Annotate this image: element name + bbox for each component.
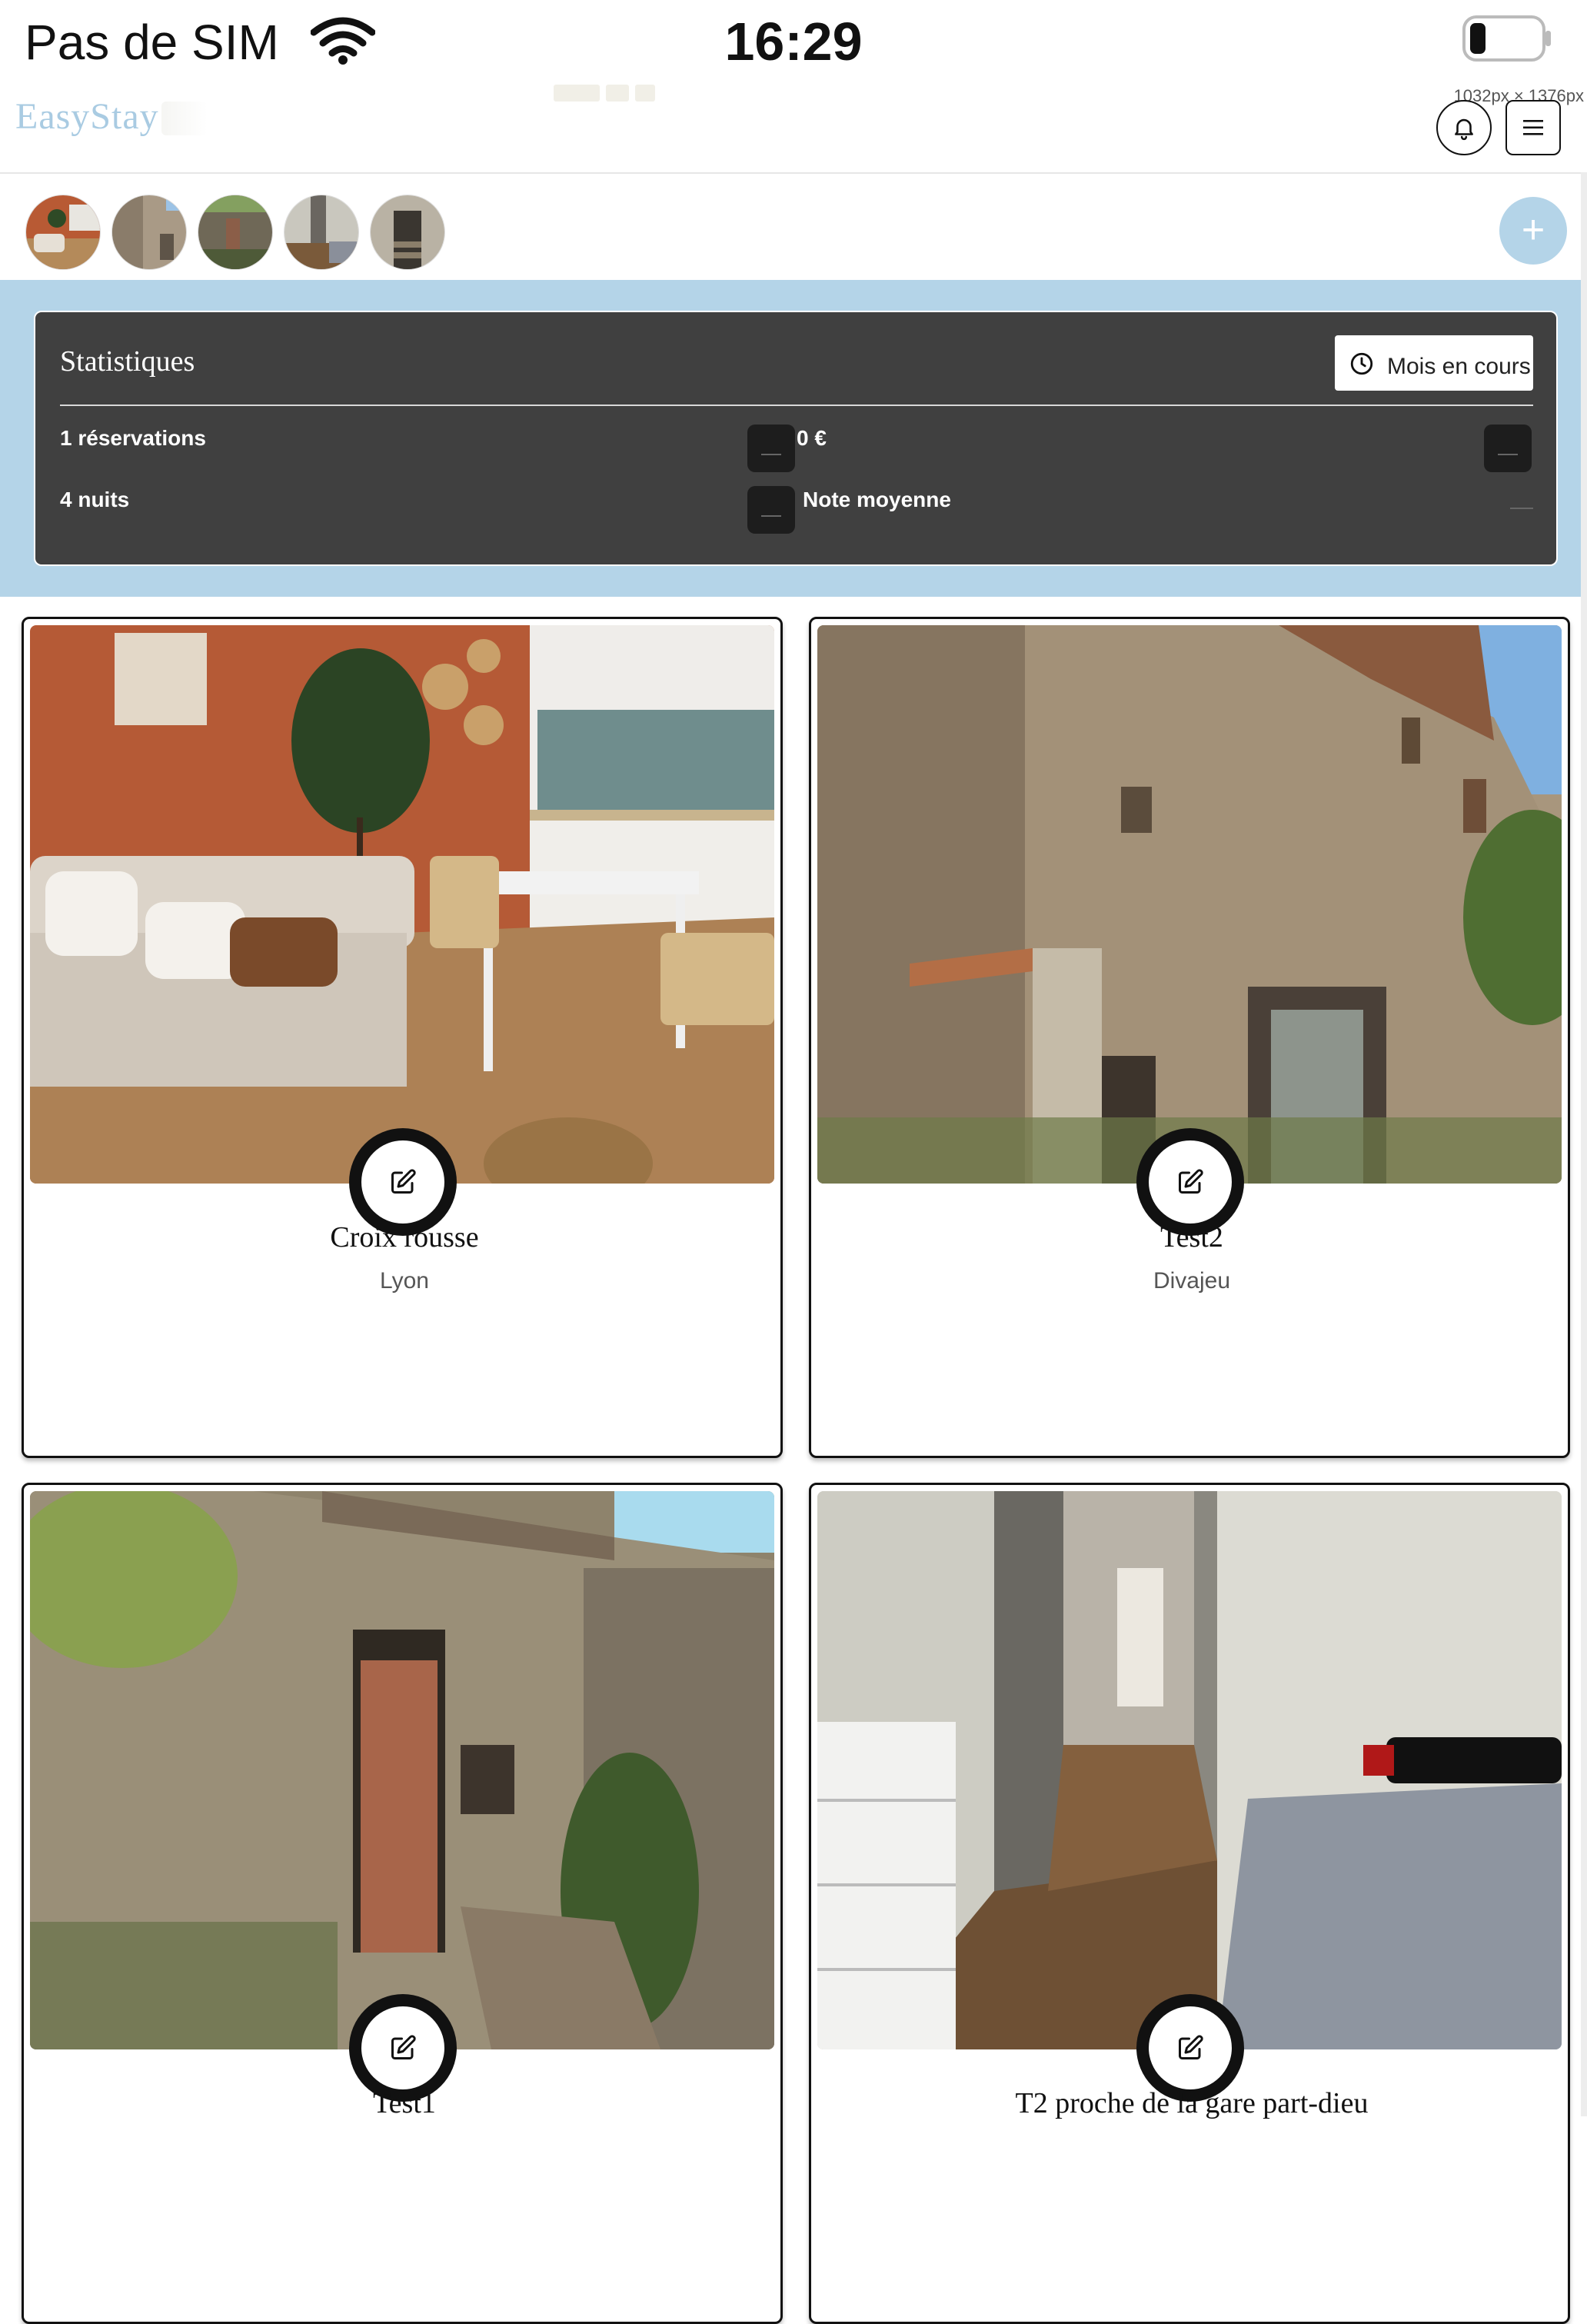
reservations-stat: 1 réservations xyxy=(60,426,206,450)
edit-property-button[interactable] xyxy=(1149,2006,1232,2089)
period-selector-button[interactable]: Mois en cours xyxy=(1335,335,1533,391)
property-name: Test2 xyxy=(1160,1221,1223,1254)
edit-icon xyxy=(391,1169,416,1194)
app-logo[interactable]: EasyStay xyxy=(15,95,159,138)
property-city: Lyon xyxy=(380,1268,429,1294)
edit-property-button[interactable] xyxy=(1149,1140,1232,1224)
stats-card: Statistiques Mois en cours 1 réservation… xyxy=(34,311,1558,566)
header-decoration xyxy=(554,85,677,102)
reservations-stat-badge xyxy=(747,425,795,472)
period-label: Mois en cours xyxy=(1387,354,1531,379)
property-card[interactable]: Test2 Divajeu xyxy=(809,617,1570,1458)
notifications-button[interactable] xyxy=(1436,100,1492,155)
property-name: T2 proche de la gare part-dieu xyxy=(1015,2087,1369,2119)
stats-title: Statistiques xyxy=(60,345,195,378)
add-property-button[interactable]: + xyxy=(1499,197,1567,265)
avatar-test2[interactable] xyxy=(112,195,186,269)
property-avatar-strip: + xyxy=(0,172,1581,280)
stats-divider xyxy=(60,405,1533,406)
stats-section: Statistiques Mois en cours 1 réservation… xyxy=(0,280,1581,597)
rating-stat-value xyxy=(1510,508,1533,509)
property-photo[interactable] xyxy=(817,625,1562,1184)
logo-decoration xyxy=(161,102,208,135)
edit-icon xyxy=(391,2035,416,2059)
property-city: Divajeu xyxy=(1153,1268,1231,1294)
revenue-stat: 0 € xyxy=(797,426,827,450)
clock-time: 16:29 xyxy=(724,12,863,72)
edit-icon xyxy=(1179,1169,1203,1194)
avatar-stairs[interactable] xyxy=(371,195,444,269)
hamburger-icon xyxy=(1523,120,1543,135)
menu-button[interactable] xyxy=(1505,100,1561,155)
avatar-test1[interactable] xyxy=(198,195,272,269)
status-bar: Pas de SIM 16:29 xyxy=(0,0,1587,85)
property-photo[interactable] xyxy=(817,1491,1562,2049)
property-name: Croix rousse xyxy=(330,1221,479,1254)
app-header: EasyStay 1032px × 1376px xyxy=(0,85,1587,174)
avatar-croix-rousse[interactable] xyxy=(26,195,100,269)
bell-icon xyxy=(1455,118,1473,141)
clock-icon xyxy=(1350,352,1373,375)
rating-stat: Note moyenne xyxy=(803,488,951,511)
avatar-t2[interactable] xyxy=(284,195,358,269)
edit-icon xyxy=(1179,2035,1203,2059)
property-photo[interactable] xyxy=(30,625,774,1184)
battery-icon xyxy=(1462,15,1553,62)
property-card[interactable]: Croix rousse Lyon xyxy=(22,617,783,1458)
property-name: Test1 xyxy=(373,2087,436,2119)
nights-stat: 4 nuits xyxy=(60,488,130,511)
property-card[interactable]: Test1 xyxy=(22,1483,783,2324)
page-scrollbar[interactable] xyxy=(1581,172,1587,2116)
edit-property-button[interactable] xyxy=(361,2006,444,2089)
edit-property-button[interactable] xyxy=(361,1140,444,1224)
nights-stat-badge xyxy=(747,486,795,534)
revenue-stat-badge xyxy=(1484,425,1532,472)
property-card[interactable]: T2 proche de la gare part-dieu xyxy=(809,1483,1570,2324)
property-photo[interactable] xyxy=(30,1491,774,2049)
